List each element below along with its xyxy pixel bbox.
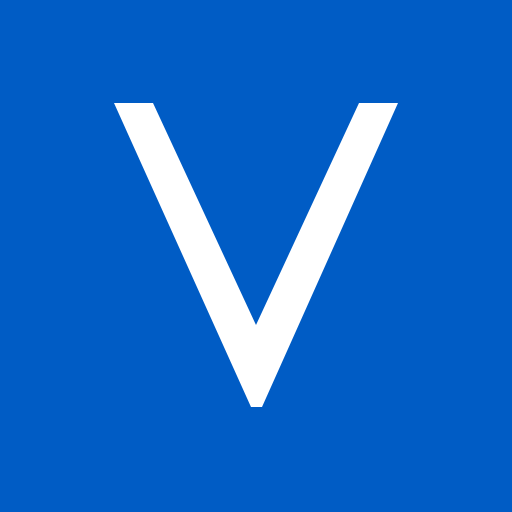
letter-v-glyph	[114, 103, 398, 407]
letter-v-logo-icon	[114, 103, 398, 407]
app-icon-tile	[0, 0, 512, 512]
